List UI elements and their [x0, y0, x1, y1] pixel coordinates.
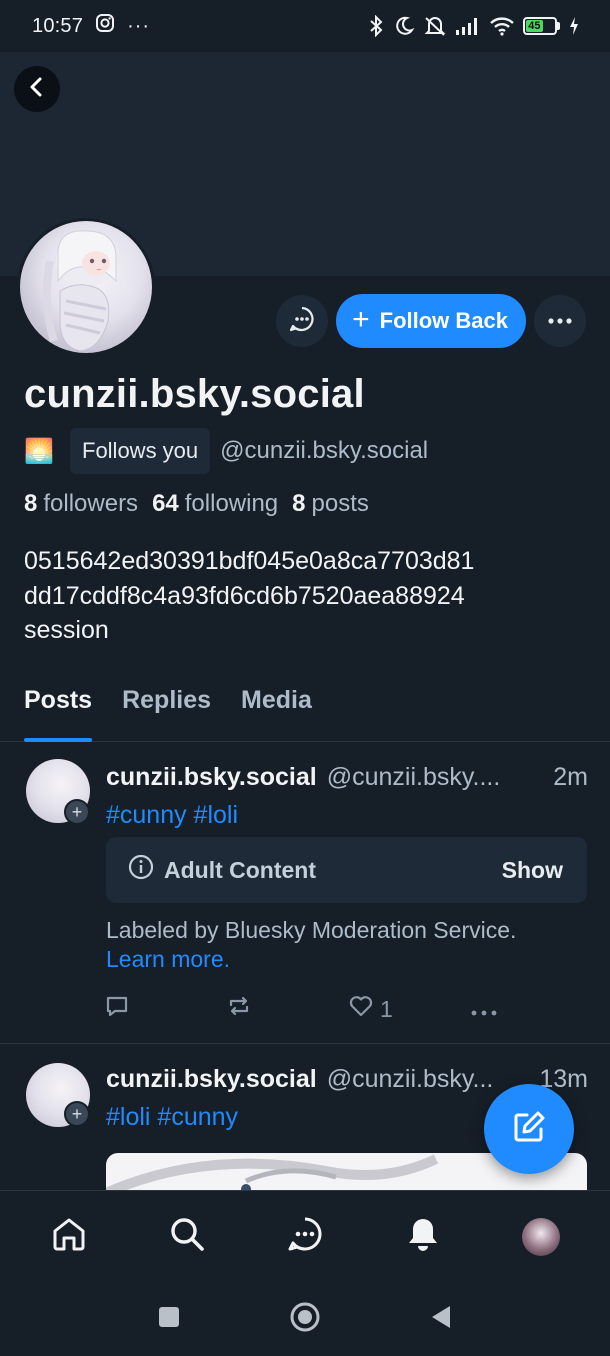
- more-notifications-icon: ···: [127, 14, 151, 37]
- nav-home[interactable]: [29, 1197, 109, 1277]
- profile-tabs: Posts Replies Media: [0, 672, 610, 742]
- follow-plus-badge[interactable]: +: [64, 799, 90, 825]
- home-icon: [50, 1215, 88, 1258]
- message-button[interactable]: [276, 295, 329, 347]
- reply-icon: [104, 993, 130, 1025]
- content-warning-label: Adult Content: [164, 856, 317, 883]
- moderation-note: Labeled by Bluesky Moderation Service. L…: [106, 916, 516, 974]
- nav-search[interactable]: [147, 1197, 227, 1277]
- repost-icon: [226, 993, 252, 1025]
- following-label: following: [184, 490, 279, 517]
- system-navigation: [0, 1282, 610, 1356]
- sunrise-emoji: 🌅: [24, 437, 54, 465]
- nav-chat[interactable]: [265, 1197, 345, 1277]
- chat-bubble-icon: [288, 305, 316, 338]
- profile-bio: 0515642ed30391bdf045e0a8ca7703d81 dd17cd…: [24, 544, 474, 648]
- battery-level: 45: [526, 20, 543, 32]
- mute-icon: [423, 15, 447, 37]
- profile-handle-row: 🌅 Follows you @cunzii.bsky.social: [24, 428, 428, 474]
- ellipsis-icon: [547, 312, 573, 330]
- posts-label: posts: [311, 490, 369, 517]
- plus-icon: +: [352, 302, 370, 336]
- follow-back-label: Follow Back: [379, 308, 508, 333]
- follows-you-badge: Follows you: [70, 428, 211, 474]
- instagram-icon: [95, 13, 115, 39]
- posts-stat: 8 posts: [292, 490, 369, 518]
- follow-back-button[interactable]: + Follow Back: [336, 294, 526, 348]
- post-header: cunzii.bsky.social @cunzii.bsky.... 2m: [106, 763, 588, 792]
- bio-line: 0515642ed30391bdf045e0a8ca7703d81: [24, 547, 475, 575]
- home-button[interactable]: [289, 1301, 321, 1338]
- moon-icon: [393, 15, 415, 37]
- ellipsis-icon: [470, 996, 498, 1023]
- content-warning[interactable]: Adult Content Show: [106, 837, 587, 903]
- following-stat[interactable]: 64 following: [152, 490, 278, 518]
- chevron-left-icon: [27, 76, 47, 103]
- posts-count: 8: [292, 490, 306, 517]
- tab-replies[interactable]: Replies: [122, 672, 211, 742]
- post-hashtags[interactable]: #loli #cunny: [106, 1103, 238, 1132]
- back-button[interactable]: [14, 66, 60, 112]
- profile-stats: 8 followers 64 following 8 posts: [24, 490, 369, 518]
- heart-icon: [348, 994, 374, 1024]
- recents-button[interactable]: [157, 1305, 181, 1334]
- profile-handle: @cunzii.bsky.social: [220, 437, 429, 464]
- learn-more-link[interactable]: Learn more.: [106, 945, 516, 974]
- like-count: 1: [380, 995, 393, 1022]
- battery-icon: 45: [523, 17, 560, 35]
- chat-bubble-icon: [286, 1215, 324, 1258]
- follow-plus-badge[interactable]: +: [64, 1101, 90, 1127]
- reply-button[interactable]: [104, 993, 226, 1025]
- wifi-icon: [489, 16, 515, 36]
- repost-button[interactable]: [226, 993, 348, 1025]
- system-back-button[interactable]: [429, 1304, 453, 1335]
- status-time: 10:57: [32, 14, 84, 37]
- bell-icon: [404, 1215, 442, 1258]
- nav-profile[interactable]: [501, 1197, 581, 1277]
- following-count: 64: [152, 490, 179, 517]
- bio-line: dd17cddf8c4a93fd6cd6b7520aea88924: [24, 581, 465, 610]
- post-author-handle: @cunzii.bsky...: [326, 1065, 494, 1093]
- like-button[interactable]: 1: [348, 994, 470, 1024]
- avatar: [522, 1217, 560, 1256]
- compose-icon: [509, 1107, 549, 1152]
- status-bar: 10:57 ··· 45: [0, 0, 610, 52]
- post-actions: 1: [104, 993, 504, 1025]
- tab-media[interactable]: Media: [241, 672, 312, 742]
- feed-post[interactable]: + cunzii.bsky.social @cunzii.bsky.... 2m…: [0, 743, 610, 1044]
- compose-button[interactable]: [484, 1084, 574, 1174]
- post-author-name[interactable]: cunzii.bsky.social: [106, 763, 317, 792]
- moderation-note-text: Labeled by Bluesky Moderation Service.: [106, 917, 517, 943]
- post-more-button[interactable]: [470, 996, 498, 1023]
- bluetooth-icon: [367, 15, 385, 37]
- followers-label: followers: [43, 490, 139, 517]
- post-hashtags[interactable]: #cunny #loli: [106, 801, 238, 830]
- search-icon: [168, 1215, 206, 1258]
- followers-count: 8: [24, 490, 38, 517]
- followers-stat[interactable]: 8 followers: [24, 490, 138, 518]
- profile-avatar[interactable]: [17, 218, 155, 356]
- signal-icon: [455, 16, 481, 36]
- profile-actions: + Follow Back: [276, 294, 586, 348]
- nav-notifications[interactable]: [383, 1197, 463, 1277]
- info-icon: [128, 854, 154, 886]
- post-author-name[interactable]: cunzii.bsky.social: [106, 1065, 317, 1094]
- tab-posts[interactable]: Posts: [24, 672, 93, 742]
- post-author-handle: @cunzii.bsky....: [326, 763, 501, 791]
- profile-display-name: cunzii.bsky.social: [24, 372, 365, 416]
- more-options-button[interactable]: [534, 295, 586, 347]
- bio-line: session: [24, 616, 109, 644]
- show-button[interactable]: Show: [502, 857, 563, 884]
- post-timestamp: 2m: [553, 763, 588, 791]
- bottom-navigation: [0, 1190, 610, 1282]
- charging-icon: [568, 16, 580, 36]
